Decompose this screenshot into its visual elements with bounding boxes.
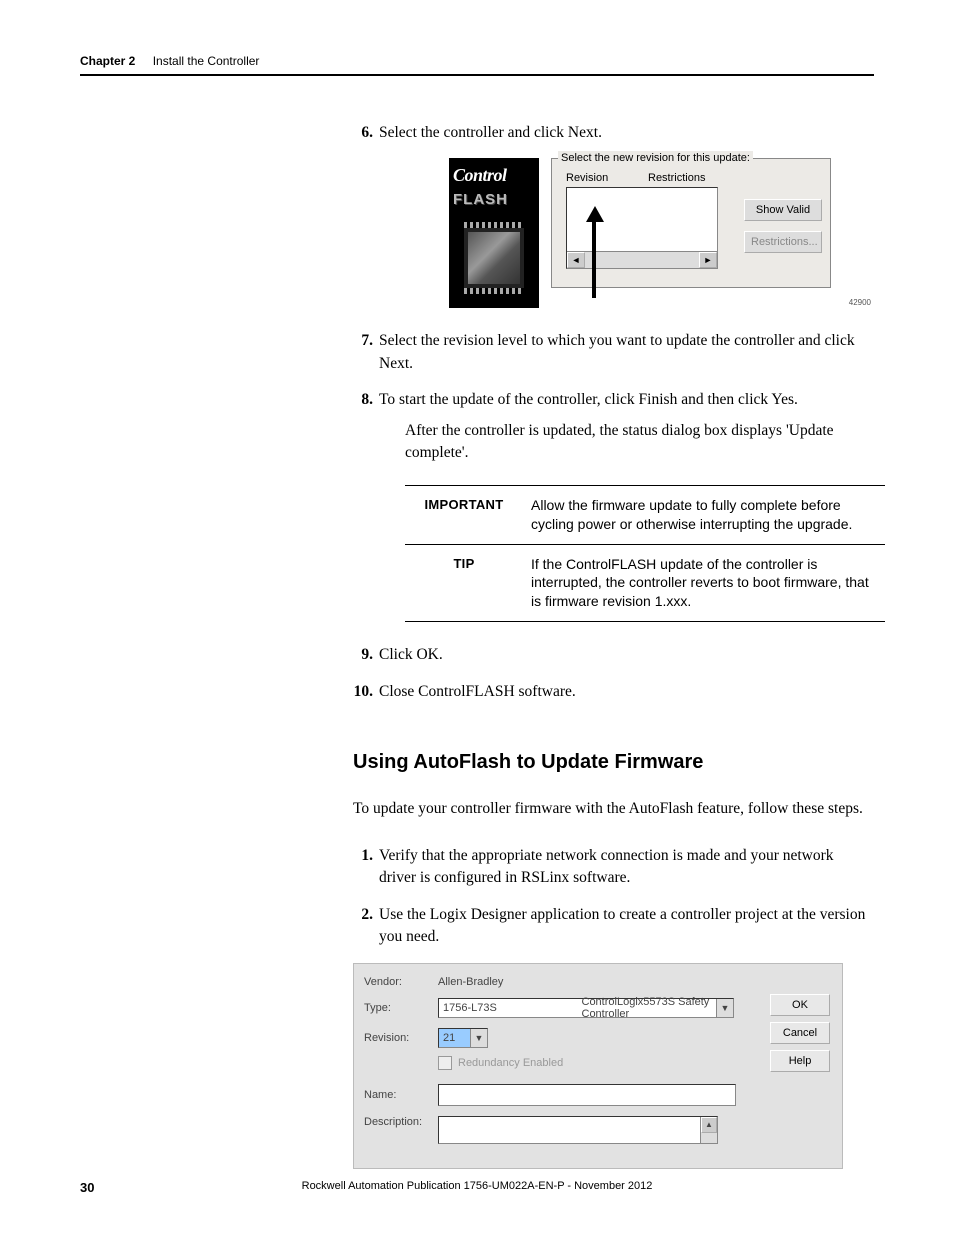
vertical-scrollbar[interactable]: ▲ (700, 1117, 717, 1143)
image-id: 42900 (849, 297, 871, 309)
step-text: Select the revision level to which you w… (379, 332, 855, 371)
step-text: To start the update of the controller, c… (379, 391, 798, 408)
redundancy-checkbox (438, 1056, 452, 1070)
vendor-value: Allen-Bradley (438, 976, 503, 988)
name-label: Name: (364, 1089, 438, 1101)
step-text: Use the Logix Designer application to cr… (379, 906, 865, 945)
chevron-down-icon[interactable]: ▼ (716, 999, 733, 1017)
section-intro: To update your controller firmware with … (353, 798, 874, 820)
step-number: 9. (353, 644, 373, 666)
important-text: Allow the firmware update to fully compl… (523, 485, 885, 544)
scroll-left-icon[interactable]: ◄ (567, 252, 585, 268)
chip-icon (464, 228, 524, 288)
step-10: 10. Close ControlFLASH software. (353, 681, 874, 703)
ok-button[interactable]: OK (770, 994, 830, 1016)
step-number: 7. (353, 330, 373, 352)
step-7: 7. Select the revision level to which yo… (353, 330, 874, 375)
step-text: Verify that the appropriate network conn… (379, 847, 834, 886)
revision-value: 21 (439, 1032, 470, 1044)
revision-combobox[interactable]: 21 ▼ (438, 1028, 488, 1048)
scroll-right-icon[interactable]: ► (699, 252, 717, 268)
vendor-label: Vendor: (364, 976, 438, 988)
page-header: Chapter 2 Install the Controller (80, 54, 874, 76)
section-heading: Using AutoFlash to Update Firmware (353, 751, 874, 774)
type-label: Type: (364, 1002, 438, 1014)
publication-info: Rockwell Automation Publication 1756-UM0… (80, 1180, 874, 1192)
description-label: Description: (364, 1116, 438, 1128)
new-controller-dialog: Vendor: Allen-Bradley Type: 1756-L73S Co… (353, 963, 843, 1169)
scroll-up-icon[interactable]: ▲ (701, 1117, 717, 1133)
step-8: 8. To start the update of the controller… (353, 389, 874, 622)
type-combobox[interactable]: 1756-L73S ControlLogix5573S Safety Contr… (438, 998, 734, 1018)
groupbox-legend: Select the new revision for this update: (558, 151, 753, 167)
step-8-note: After the controller is updated, the sta… (405, 420, 874, 465)
show-valid-button[interactable]: Show Valid (744, 199, 822, 221)
controlflash-screenshot: Control FLASH Select the new revision fo… (449, 158, 839, 308)
notes-table: IMPORTANT Allow the firmware update to f… (405, 485, 885, 622)
type-description: ControlLogix5573S Safety Controller (578, 996, 717, 1020)
step-number: 1. (353, 845, 373, 867)
tip-label: TIP (405, 544, 523, 622)
revision-label: Revision: (364, 1032, 438, 1044)
chapter-number: Chapter 2 (80, 54, 135, 68)
description-field[interactable]: ▲ (438, 1116, 718, 1144)
revision-listbox[interactable]: ◄ ► (566, 187, 718, 269)
chapter-title: Install the Controller (153, 54, 260, 68)
step-6: 6. Select the controller and click Next.… (353, 122, 874, 308)
step-b1: 1. Verify that the appropriate network c… (353, 845, 874, 890)
step-9: 9. Click OK. (353, 644, 874, 666)
step-text: Close ControlFLASH software. (379, 683, 576, 700)
cancel-button[interactable]: Cancel (770, 1022, 830, 1044)
step-number: 10. (353, 681, 373, 703)
controlflash-logo: Control FLASH (449, 158, 539, 308)
redundancy-label: Redundancy Enabled (458, 1057, 563, 1069)
help-button[interactable]: Help (770, 1050, 830, 1072)
chevron-down-icon[interactable]: ▼ (470, 1029, 487, 1047)
step-number: 6. (353, 122, 373, 144)
logo-text-control: Control (449, 158, 539, 188)
column-revision: Revision (566, 171, 648, 187)
logo-text-flash: FLASH (449, 189, 539, 211)
page-footer: 30 Rockwell Automation Publication 1756-… (80, 1180, 874, 1195)
step-text: Click OK. (379, 646, 443, 663)
column-restrictions: Restrictions (648, 171, 730, 187)
important-label: IMPORTANT (405, 485, 523, 544)
name-field[interactable] (438, 1084, 736, 1106)
restrictions-button[interactable]: Restrictions... (744, 231, 822, 253)
tip-text: If the ControlFLASH update of the contro… (523, 544, 885, 622)
step-text: Select the controller and click Next. (379, 124, 602, 141)
type-code: 1756-L73S (439, 1002, 578, 1014)
step-b2: 2. Use the Logix Designer application to… (353, 904, 874, 949)
horizontal-scrollbar[interactable]: ◄ ► (567, 251, 717, 268)
step-number: 8. (353, 389, 373, 411)
step-number: 2. (353, 904, 373, 926)
